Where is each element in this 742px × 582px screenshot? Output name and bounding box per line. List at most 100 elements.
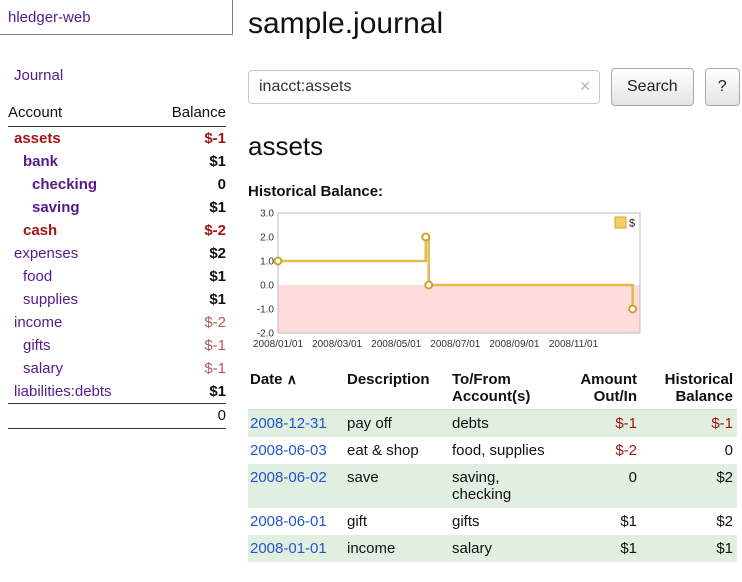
register-date-link[interactable]: 2008-06-03 — [250, 442, 327, 459]
register-header-amount: Amount Out/In — [560, 369, 641, 410]
accounts-total-balance: 0 — [150, 404, 226, 429]
register-accounts: saving, checking — [450, 464, 560, 508]
sort-asc-icon: ∧ — [287, 371, 297, 387]
register-description: pay off — [345, 410, 450, 438]
account-row: expenses $2 — [8, 242, 226, 265]
account-balance: 0 — [150, 173, 226, 196]
account-link[interactable]: income — [14, 314, 62, 331]
account-row: food$1 — [8, 265, 226, 288]
y-tick-label: 2.0 — [260, 233, 274, 244]
data-point-marker — [425, 282, 432, 289]
account-link[interactable]: gifts — [23, 337, 51, 354]
register-description: income — [345, 535, 450, 562]
legend-swatch — [615, 217, 626, 228]
register-row: 2008-01-01incomesalary$1$1 — [248, 535, 737, 562]
data-point-marker — [629, 306, 636, 313]
account-heading: assets — [248, 131, 737, 162]
register-balance: $1 — [641, 535, 737, 562]
register-header-accounts: To/From Account(s) — [450, 369, 560, 410]
register-header-balance: Historical Balance — [641, 369, 737, 410]
x-tick-label: 2008/11/01 — [549, 339, 599, 350]
account-row: bank$1 — [8, 150, 226, 173]
page-title: sample.journal — [248, 7, 737, 41]
y-tick-label: 3.0 — [260, 209, 274, 220]
account-link[interactable]: food — [23, 268, 52, 285]
account-row: cash $-2 — [8, 219, 226, 242]
register-row: 2008-06-03eat & shopfood, supplies$-20 — [248, 437, 737, 464]
register-date-link[interactable]: 2008-01-01 — [250, 540, 327, 557]
register-accounts: salary — [450, 535, 560, 562]
data-point-marker — [275, 258, 282, 265]
account-link[interactable]: bank — [23, 153, 58, 170]
accounts-header-row: Account Balance — [8, 102, 226, 127]
register-accounts: food, supplies — [450, 437, 560, 464]
account-balance: $2 — [150, 242, 226, 265]
accounts-total-row: 0 — [8, 404, 226, 429]
y-tick-label: 1.0 — [260, 257, 274, 268]
account-row: saving$1 — [8, 196, 226, 219]
sidebar: hledger-web Journal Account Balance asse… — [0, 0, 240, 429]
account-balance: $-1 — [150, 357, 226, 380]
chart-title: Historical Balance: — [248, 183, 737, 200]
legend-label: $ — [629, 218, 635, 230]
account-link[interactable]: liabilities:debts — [14, 383, 112, 400]
x-tick-label: 2008/05/01 — [371, 339, 421, 350]
register-date-link[interactable]: 2008-06-02 — [250, 469, 327, 486]
account-row: supplies $1 — [8, 288, 226, 311]
search-box: ✕ — [248, 70, 600, 104]
account-link[interactable]: checking — [32, 176, 97, 193]
register-amount: $1 — [560, 508, 641, 535]
help-button[interactable]: ? — [705, 68, 740, 106]
negative-region — [278, 285, 640, 333]
account-balance: $1 — [150, 380, 226, 404]
register-balance: $2 — [641, 464, 737, 508]
search-row: ✕ Search ? — [248, 68, 737, 106]
account-link[interactable]: assets — [14, 130, 61, 147]
account-link[interactable]: expenses — [14, 245, 78, 262]
x-tick-label: 2008/09/01 — [489, 339, 539, 350]
y-tick-label: -1.0 — [257, 305, 275, 316]
account-row: gifts $-1 — [8, 334, 226, 357]
accounts-table-body: assets$-1bank$1checking0saving$1cash$-2e… — [8, 127, 226, 404]
register-accounts: debts — [450, 410, 560, 438]
app-title-link[interactable]: hledger-web — [8, 9, 91, 26]
account-row: assets$-1 — [8, 127, 226, 151]
register-table: Date ∧ Description To/From Account(s) Am… — [248, 369, 737, 562]
accounts-header-balance: Balance — [150, 102, 226, 127]
register-date-link[interactable]: 2008-12-31 — [250, 415, 327, 432]
account-balance: $-2 — [150, 311, 226, 334]
account-balance: $1 — [150, 288, 226, 311]
x-tick-label: 2008/03/01 — [312, 339, 362, 350]
register-header-row: Date ∧ Description To/From Account(s) Am… — [248, 369, 737, 410]
register-row: 2008-06-01 giftgifts$1$2 — [248, 508, 737, 535]
account-balance: $-2 — [150, 219, 226, 242]
register-description: save — [345, 464, 450, 508]
account-link[interactable]: supplies — [23, 291, 78, 308]
y-tick-label: 0.0 — [260, 281, 274, 292]
register-row: 2008-06-02savesaving, checking0$2 — [248, 464, 737, 508]
account-balance: $-1 — [150, 334, 226, 357]
search-button[interactable]: Search — [611, 68, 694, 106]
register-header-date[interactable]: Date ∧ — [248, 369, 345, 410]
register-description: eat & shop — [345, 437, 450, 464]
search-input[interactable] — [248, 70, 600, 104]
x-tick-label: 2008/01/01 — [253, 339, 303, 350]
app-title-bar: hledger-web — [0, 0, 233, 35]
register-row: 2008-12-31pay offdebts$-1$-1 — [248, 410, 737, 438]
account-link[interactable]: saving — [32, 199, 80, 216]
register-amount: $-1 — [560, 410, 641, 438]
register-balance: $-1 — [641, 410, 737, 438]
register-description: gift — [345, 508, 450, 535]
account-row: checking 0 — [8, 173, 226, 196]
sidebar-item-journal[interactable]: Journal — [14, 67, 63, 84]
x-tick-label: 2008/07/01 — [430, 339, 480, 350]
register-date-link[interactable]: 2008-06-01 — [250, 513, 327, 530]
register-balance: $2 — [641, 508, 737, 535]
register-accounts: gifts — [450, 508, 560, 535]
data-point-marker — [422, 234, 429, 241]
account-link[interactable]: salary — [23, 360, 63, 377]
register-balance: 0 — [641, 437, 737, 464]
account-link[interactable]: cash — [23, 222, 57, 239]
register-header-date-label: Date — [250, 371, 283, 388]
clear-search-icon[interactable]: ✕ — [579, 78, 591, 95]
